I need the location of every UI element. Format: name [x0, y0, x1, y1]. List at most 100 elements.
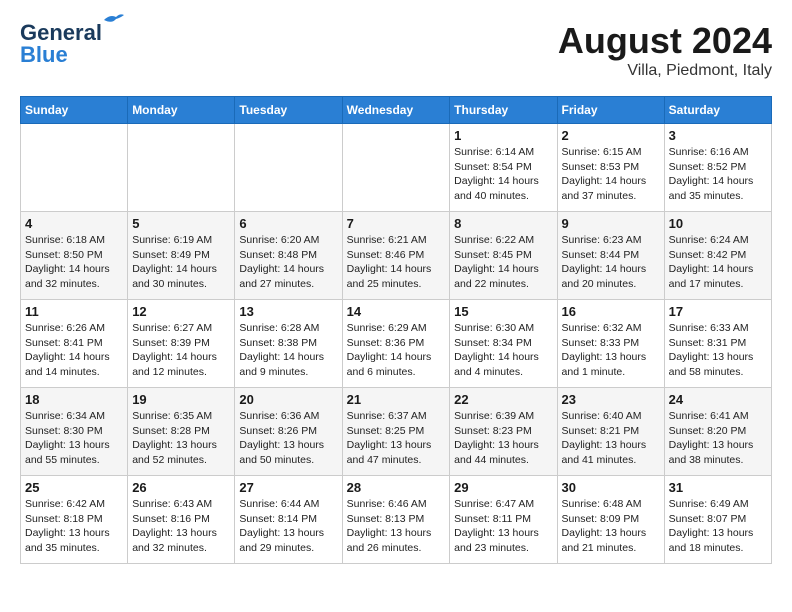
title-block: August 2024 Villa, Piedmont, Italy	[558, 20, 772, 80]
day-header-tuesday: Tuesday	[235, 97, 342, 124]
day-number: 24	[669, 392, 767, 407]
calendar-cell: 21 Sunrise: 6:37 AM Sunset: 8:25 PM Dayli…	[342, 388, 450, 476]
day-info: Sunrise: 6:14 AM Sunset: 8:54 PM Dayligh…	[454, 145, 552, 204]
calendar-cell: 31 Sunrise: 6:49 AM Sunset: 8:07 PM Dayli…	[664, 476, 771, 564]
calendar-header-row: SundayMondayTuesdayWednesdayThursdayFrid…	[21, 97, 772, 124]
day-number: 3	[669, 128, 767, 143]
day-info: Sunrise: 6:35 AM Sunset: 8:28 PM Dayligh…	[132, 409, 230, 468]
day-number: 19	[132, 392, 230, 407]
calendar-cell: 11 Sunrise: 6:26 AM Sunset: 8:41 PM Dayli…	[21, 300, 128, 388]
page-header: General Blue August 2024 Villa, Piedmont…	[20, 20, 772, 80]
day-info: Sunrise: 6:40 AM Sunset: 8:21 PM Dayligh…	[562, 409, 660, 468]
day-info: Sunrise: 6:19 AM Sunset: 8:49 PM Dayligh…	[132, 233, 230, 292]
calendar-cell: 12Sunrise: 6:27 AM Sunset: 8:39 PM Dayli…	[128, 300, 235, 388]
day-info: Sunrise: 6:49 AM Sunset: 8:07 PM Dayligh…	[669, 497, 767, 556]
calendar-cell	[21, 124, 128, 212]
day-number: 6	[239, 216, 337, 231]
day-number: 26	[132, 480, 230, 495]
day-info: Sunrise: 6:29 AM Sunset: 8:36 PM Dayligh…	[347, 321, 446, 380]
day-header-friday: Friday	[557, 97, 664, 124]
day-number: 5	[132, 216, 230, 231]
day-header-sunday: Sunday	[21, 97, 128, 124]
day-number: 11	[25, 304, 123, 319]
day-number: 14	[347, 304, 446, 319]
day-number: 20	[239, 392, 337, 407]
logo-bird-icon	[102, 12, 124, 28]
location-subtitle: Villa, Piedmont, Italy	[558, 62, 772, 80]
day-info: Sunrise: 6:36 AM Sunset: 8:26 PM Dayligh…	[239, 409, 337, 468]
day-info: Sunrise: 6:33 AM Sunset: 8:31 PM Dayligh…	[669, 321, 767, 380]
day-number: 18	[25, 392, 123, 407]
day-info: Sunrise: 6:48 AM Sunset: 8:09 PM Dayligh…	[562, 497, 660, 556]
calendar-week-row: 18 Sunrise: 6:34 AM Sunset: 8:30 PM Dayli…	[21, 388, 772, 476]
day-number: 23	[562, 392, 660, 407]
calendar-cell: 28 Sunrise: 6:46 AM Sunset: 8:13 PM Dayli…	[342, 476, 450, 564]
calendar-cell: 8Sunrise: 6:22 AM Sunset: 8:45 PM Daylig…	[450, 212, 557, 300]
day-info: Sunrise: 6:39 AM Sunset: 8:23 PM Dayligh…	[454, 409, 552, 468]
day-info: Sunrise: 6:22 AM Sunset: 8:45 PM Dayligh…	[454, 233, 552, 292]
calendar-cell	[342, 124, 450, 212]
calendar-cell: 4 Sunrise: 6:18 AM Sunset: 8:50 PM Daylig…	[21, 212, 128, 300]
calendar-cell: 18 Sunrise: 6:34 AM Sunset: 8:30 PM Dayli…	[21, 388, 128, 476]
calendar-cell: 2Sunrise: 6:15 AM Sunset: 8:53 PM Daylig…	[557, 124, 664, 212]
day-info: Sunrise: 6:26 AM Sunset: 8:41 PM Dayligh…	[25, 321, 123, 380]
day-info: Sunrise: 6:21 AM Sunset: 8:46 PM Dayligh…	[347, 233, 446, 292]
day-number: 15	[454, 304, 552, 319]
calendar-cell: 3 Sunrise: 6:16 AM Sunset: 8:52 PM Daylig…	[664, 124, 771, 212]
day-number: 7	[347, 216, 446, 231]
day-number: 31	[669, 480, 767, 495]
day-info: Sunrise: 6:46 AM Sunset: 8:13 PM Dayligh…	[347, 497, 446, 556]
logo-general: General	[20, 20, 102, 45]
day-info: Sunrise: 6:43 AM Sunset: 8:16 PM Dayligh…	[132, 497, 230, 556]
calendar-cell: 22Sunrise: 6:39 AM Sunset: 8:23 PM Dayli…	[450, 388, 557, 476]
day-info: Sunrise: 6:24 AM Sunset: 8:42 PM Dayligh…	[669, 233, 767, 292]
month-year-title: August 2024	[558, 20, 772, 62]
day-info: Sunrise: 6:37 AM Sunset: 8:25 PM Dayligh…	[347, 409, 446, 468]
day-info: Sunrise: 6:15 AM Sunset: 8:53 PM Dayligh…	[562, 145, 660, 204]
calendar-cell: 16 Sunrise: 6:32 AM Sunset: 8:33 PM Dayli…	[557, 300, 664, 388]
day-info: Sunrise: 6:42 AM Sunset: 8:18 PM Dayligh…	[25, 497, 123, 556]
day-info: Sunrise: 6:41 AM Sunset: 8:20 PM Dayligh…	[669, 409, 767, 468]
day-info: Sunrise: 6:47 AM Sunset: 8:11 PM Dayligh…	[454, 497, 552, 556]
day-info: Sunrise: 6:44 AM Sunset: 8:14 PM Dayligh…	[239, 497, 337, 556]
calendar-week-row: 1 Sunrise: 6:14 AM Sunset: 8:54 PM Daylig…	[21, 124, 772, 212]
day-info: Sunrise: 6:20 AM Sunset: 8:48 PM Dayligh…	[239, 233, 337, 292]
day-number: 28	[347, 480, 446, 495]
calendar-cell	[235, 124, 342, 212]
day-number: 16	[562, 304, 660, 319]
calendar-cell: 25 Sunrise: 6:42 AM Sunset: 8:18 PM Dayli…	[21, 476, 128, 564]
logo: General Blue	[20, 20, 102, 68]
day-info: Sunrise: 6:18 AM Sunset: 8:50 PM Dayligh…	[25, 233, 123, 292]
calendar-cell: 24 Sunrise: 6:41 AM Sunset: 8:20 PM Dayli…	[664, 388, 771, 476]
calendar-cell: 17Sunrise: 6:33 AM Sunset: 8:31 PM Dayli…	[664, 300, 771, 388]
calendar-table: SundayMondayTuesdayWednesdayThursdayFrid…	[20, 96, 772, 564]
calendar-cell: 6 Sunrise: 6:20 AM Sunset: 8:48 PM Daylig…	[235, 212, 342, 300]
calendar-cell: 27 Sunrise: 6:44 AM Sunset: 8:14 PM Dayli…	[235, 476, 342, 564]
calendar-cell	[128, 124, 235, 212]
calendar-cell: 13Sunrise: 6:28 AM Sunset: 8:38 PM Dayli…	[235, 300, 342, 388]
day-info: Sunrise: 6:16 AM Sunset: 8:52 PM Dayligh…	[669, 145, 767, 204]
day-info: Sunrise: 6:32 AM Sunset: 8:33 PM Dayligh…	[562, 321, 660, 380]
day-number: 27	[239, 480, 337, 495]
day-info: Sunrise: 6:34 AM Sunset: 8:30 PM Dayligh…	[25, 409, 123, 468]
day-number: 25	[25, 480, 123, 495]
day-number: 1	[454, 128, 552, 143]
day-number: 10	[669, 216, 767, 231]
day-header-thursday: Thursday	[450, 97, 557, 124]
day-number: 29	[454, 480, 552, 495]
calendar-cell: 19 Sunrise: 6:35 AM Sunset: 8:28 PM Dayli…	[128, 388, 235, 476]
calendar-week-row: 25 Sunrise: 6:42 AM Sunset: 8:18 PM Dayli…	[21, 476, 772, 564]
calendar-cell: 30 Sunrise: 6:48 AM Sunset: 8:09 PM Dayli…	[557, 476, 664, 564]
calendar-cell: 23 Sunrise: 6:40 AM Sunset: 8:21 PM Dayli…	[557, 388, 664, 476]
calendar-week-row: 11 Sunrise: 6:26 AM Sunset: 8:41 PM Dayli…	[21, 300, 772, 388]
day-info: Sunrise: 6:28 AM Sunset: 8:38 PM Dayligh…	[239, 321, 337, 380]
calendar-cell: 14 Sunrise: 6:29 AM Sunset: 8:36 PM Dayli…	[342, 300, 450, 388]
calendar-cell: 1 Sunrise: 6:14 AM Sunset: 8:54 PM Daylig…	[450, 124, 557, 212]
calendar-cell: 29 Sunrise: 6:47 AM Sunset: 8:11 PM Dayli…	[450, 476, 557, 564]
calendar-cell: 20 Sunrise: 6:36 AM Sunset: 8:26 PM Dayli…	[235, 388, 342, 476]
day-number: 9	[562, 216, 660, 231]
day-number: 30	[562, 480, 660, 495]
day-info: Sunrise: 6:27 AM Sunset: 8:39 PM Dayligh…	[132, 321, 230, 380]
day-number: 21	[347, 392, 446, 407]
day-number: 4	[25, 216, 123, 231]
